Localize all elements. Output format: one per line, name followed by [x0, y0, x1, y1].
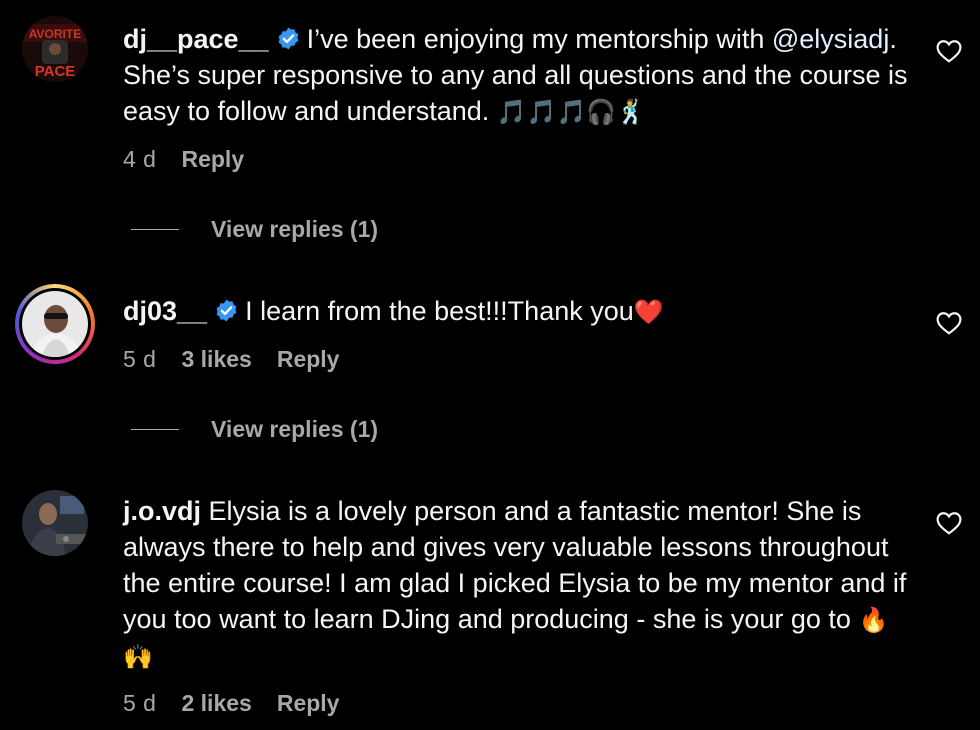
avatar[interactable]: AVORITE PACE: [22, 16, 88, 82]
view-replies-button[interactable]: View replies (1): [131, 216, 378, 243]
profile-photo-icon: [22, 490, 88, 556]
likes-count[interactable]: 3 likes: [181, 346, 251, 373]
comment-time[interactable]: 5 d: [123, 346, 156, 373]
svg-text:AVORITE: AVORITE: [29, 27, 81, 41]
reply-button[interactable]: Reply: [181, 146, 244, 173]
logo-avatar-icon: AVORITE PACE: [22, 16, 88, 82]
comment-body: I learn from the best!!!Thank you: [245, 296, 634, 326]
comment-time[interactable]: 4 d: [123, 146, 156, 173]
heart-outline-icon[interactable]: [936, 511, 962, 535]
divider-line: [131, 429, 179, 430]
comment-text: dj03__ I learn from the best!!!Thank you…: [123, 293, 913, 330]
comment-meta: 4 d Reply: [123, 146, 244, 173]
comment-emojis: ❤️: [633, 298, 664, 326]
story-ring[interactable]: [15, 284, 95, 364]
reply-button[interactable]: Reply: [277, 346, 340, 373]
comment-meta: 5 d 2 likes Reply: [123, 690, 339, 717]
comment-text: j.o.vdj Elysia is a lovely person and a …: [123, 493, 913, 675]
comment-time[interactable]: 5 d: [123, 690, 156, 717]
comment-body: I’ve been enjoying my mentorship with: [306, 24, 772, 54]
view-replies-button[interactable]: View replies (1): [131, 416, 378, 443]
verified-badge-icon: [278, 27, 299, 50]
heart-outline-icon[interactable]: [936, 39, 962, 63]
likes-count[interactable]: 2 likes: [181, 690, 251, 717]
comment-meta: 5 d 3 likes Reply: [123, 346, 339, 373]
comment-emojis: 🎵🎵🎵🎧🕺: [496, 98, 647, 126]
avatar[interactable]: [22, 490, 88, 556]
comment-username[interactable]: dj03__: [123, 296, 207, 326]
profile-photo-icon: [22, 291, 88, 357]
verified-badge-icon: [216, 299, 237, 322]
heart-outline-icon[interactable]: [936, 311, 962, 335]
view-replies-label: View replies (1): [211, 216, 379, 242]
comment-text: dj__pace__ I’ve been enjoying my mentors…: [123, 21, 913, 130]
mention-link[interactable]: @elysiadj: [772, 24, 889, 54]
avatar: [22, 291, 88, 357]
svg-text:PACE: PACE: [35, 63, 76, 80]
divider-line: [131, 229, 179, 230]
reply-button[interactable]: Reply: [277, 690, 340, 717]
comment-body: Elysia is a lovely person and a fantasti…: [123, 496, 907, 634]
view-replies-label: View replies (1): [211, 416, 379, 442]
comment-username[interactable]: dj__pace__: [123, 24, 269, 54]
comment-username[interactable]: j.o.vdj: [123, 496, 201, 526]
